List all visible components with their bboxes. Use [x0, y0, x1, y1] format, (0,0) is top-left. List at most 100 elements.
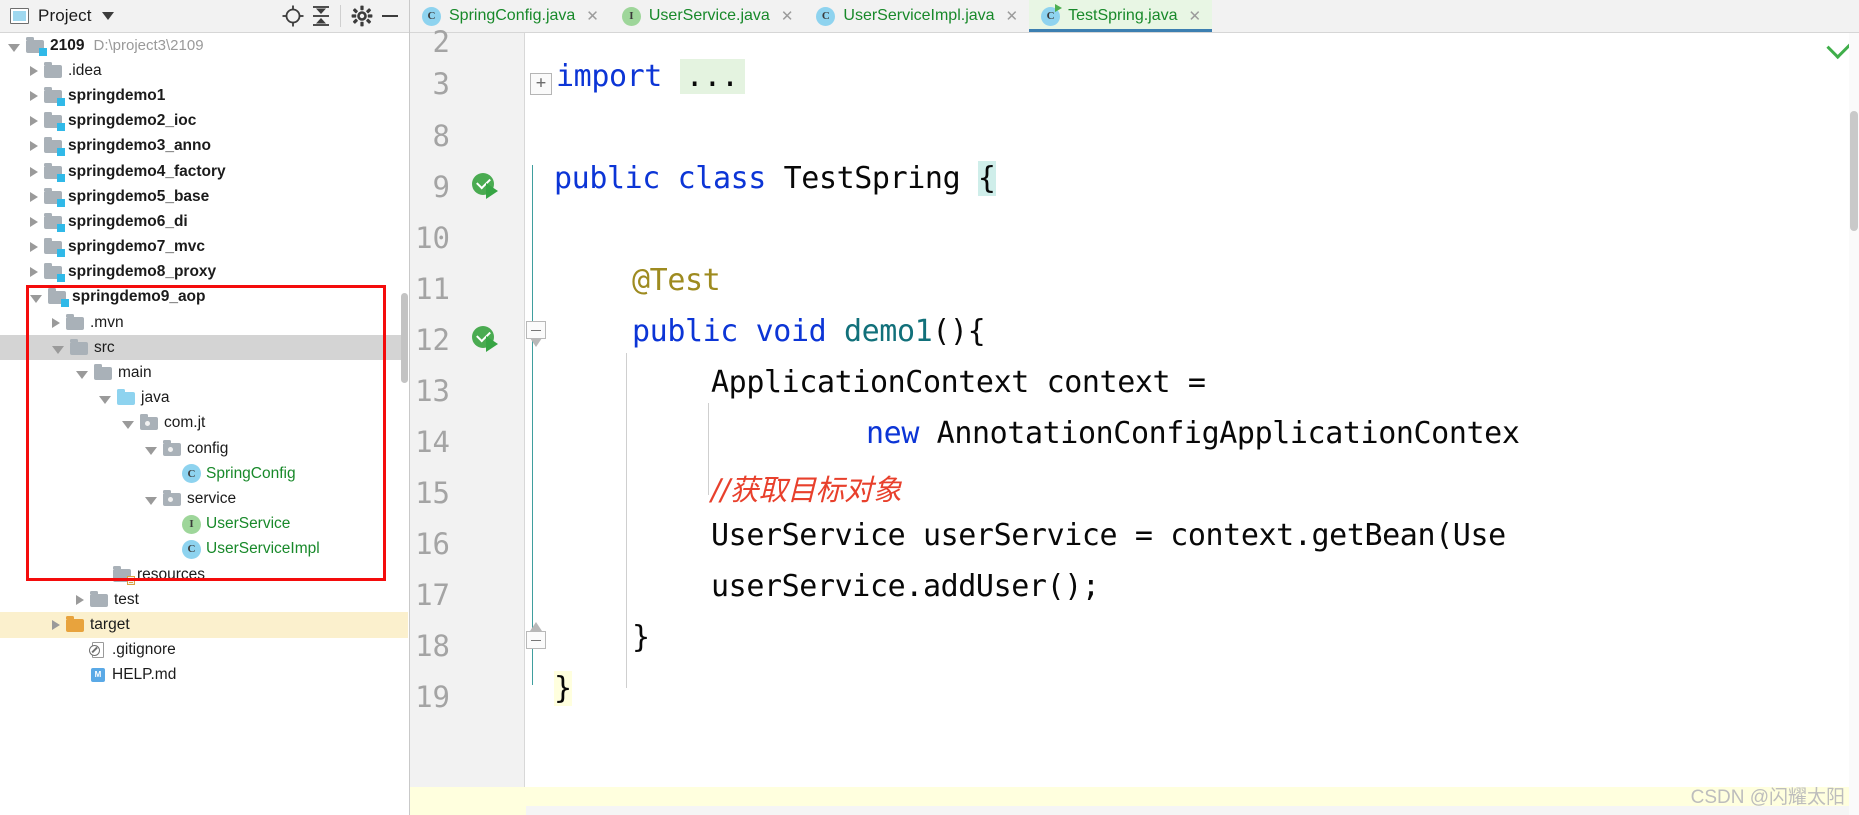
code-content[interactable]: + import ... public class TestSpring { @… — [526, 33, 1859, 815]
tree-label: resources — [137, 565, 206, 583]
editor-scroll-thumb[interactable] — [1850, 111, 1858, 231]
chevron-collapsed-icon[interactable] — [30, 90, 38, 101]
tree-row-springdemo9-aop[interactable]: springdemo9_aop — [0, 285, 408, 310]
method-parens: (){ — [932, 314, 986, 349]
chevron-collapsed-icon[interactable] — [30, 141, 38, 152]
tree-row-userserviceimpl[interactable]: C UserServiceImpl — [0, 537, 408, 562]
tree-label: springdemo7_mvc — [68, 238, 205, 256]
chevron-collapsed-icon[interactable] — [30, 242, 38, 253]
code-line-15-comment[interactable]: //获取目标对象 — [711, 467, 902, 509]
tree-row-idea[interactable]: .idea — [0, 58, 408, 83]
collapse-end-icon[interactable] — [526, 622, 546, 657]
chevron-collapsed-icon[interactable] — [30, 216, 38, 227]
tab-testspring-java[interactable]: C TestSpring.java ✕ — [1029, 0, 1213, 32]
code-line-11[interactable]: @Test — [632, 263, 721, 298]
chevron-expanded-icon[interactable] — [145, 496, 157, 505]
tree-row-springdemo3-anno[interactable]: springdemo3_anno — [0, 134, 408, 159]
chevron-expanded-icon[interactable] — [76, 371, 88, 380]
tree-row-springdemo8-proxy[interactable]: springdemo8_proxy — [0, 260, 408, 285]
code-line-16[interactable]: UserService userService = context.getBea… — [711, 518, 1506, 553]
chevron-collapsed-icon[interactable] — [30, 166, 38, 177]
folder-icon — [90, 590, 109, 608]
chevron-expanded-icon[interactable] — [145, 446, 157, 455]
editor-gutter[interactable]: 2 3 8 9 10 11 12 13 14 15 16 17 18 19 — [410, 25, 525, 815]
code-line-12[interactable]: public void demo1(){ — [632, 314, 986, 349]
tree-row-2109[interactable]: 2109 D:\project3\2109 — [0, 33, 408, 58]
chevron-down-icon[interactable] — [101, 12, 114, 20]
collapse-all-icon[interactable] — [308, 3, 334, 29]
project-path: D:\project3\2109 — [93, 37, 204, 55]
locate-icon[interactable] — [280, 3, 306, 29]
code-line-14[interactable]: new AnnotationConfigApplicationContex — [866, 416, 1520, 451]
collapse-method-icon[interactable] — [526, 321, 546, 347]
chevron-expanded-icon[interactable] — [99, 396, 111, 405]
hide-panel-icon[interactable] — [377, 3, 403, 29]
project-view-icon — [10, 8, 29, 24]
tree-row-java[interactable]: java — [0, 386, 408, 411]
tree-row-target[interactable]: target — [0, 612, 408, 638]
sidebar-scrollbar[interactable] — [400, 33, 409, 815]
run-method-gutter-icon[interactable] — [472, 326, 502, 356]
tree-row-mvn[interactable]: .mvn — [0, 310, 408, 335]
horizontal-scrollbar[interactable] — [526, 806, 1849, 815]
chevron-collapsed-icon[interactable] — [30, 191, 38, 202]
code-line-19[interactable]: } — [554, 671, 572, 706]
chevron-collapsed-icon[interactable] — [52, 619, 60, 630]
chevron-collapsed-icon[interactable] — [30, 65, 38, 76]
close-icon[interactable]: ✕ — [781, 9, 794, 24]
code-line-3[interactable]: import ... — [556, 59, 745, 94]
tree-row-springdemo6-di[interactable]: springdemo6_di — [0, 209, 408, 234]
tree-label: UserServiceImpl — [206, 540, 320, 558]
package-folder-icon — [163, 489, 182, 507]
close-icon[interactable]: ✕ — [1006, 9, 1019, 24]
tree-row-userservice[interactable]: I UserService — [0, 512, 408, 537]
tree-row-gitignore[interactable]: .gitignore — [0, 638, 408, 663]
kw-public-class: public class — [554, 161, 766, 196]
tree-row-main[interactable]: main — [0, 360, 408, 385]
tree-row-springconfig[interactable]: C SpringConfig — [0, 461, 408, 486]
run-test-gutter-icon[interactable] — [472, 173, 502, 203]
close-icon[interactable]: ✕ — [1189, 9, 1202, 24]
tree-row-service[interactable]: service — [0, 486, 408, 511]
tree-row-src[interactable]: src — [0, 335, 408, 361]
tab-label: SpringConfig.java — [449, 7, 576, 24]
code-line-18[interactable]: } — [632, 620, 650, 655]
tree-row-springdemo2-ioc[interactable]: springdemo2_ioc — [0, 109, 408, 134]
tree-label: .gitignore — [112, 641, 176, 659]
tab-userserviceimpl-java[interactable]: C UserServiceImpl.java ✕ — [804, 0, 1029, 32]
chevron-collapsed-icon[interactable] — [76, 594, 84, 605]
markdown-icon: M — [90, 667, 107, 684]
tree-row-test[interactable]: test — [0, 587, 408, 612]
tree-row-springdemo1[interactable]: springdemo1 — [0, 83, 408, 108]
sidebar-scroll-thumb[interactable] — [401, 293, 408, 383]
project-tree[interactable]: 2109 D:\project3\2109 .idea springdemo1 … — [0, 33, 408, 815]
tab-userservice-java[interactable]: I UserService.java ✕ — [610, 0, 805, 32]
tree-label: springdemo2_ioc — [68, 112, 197, 130]
tree-row-help-md[interactable]: M HELP.md — [0, 663, 408, 688]
editor-tab-bar: C SpringConfig.java ✕ I UserService.java… — [410, 0, 1859, 33]
tree-row-springdemo4-factory[interactable]: springdemo4_factory — [0, 159, 408, 184]
tree-label: SpringConfig — [206, 464, 296, 482]
chevron-expanded-icon[interactable] — [52, 345, 64, 354]
code-line-17[interactable]: userService.addUser(); — [711, 569, 1100, 604]
chevron-expanded-icon[interactable] — [122, 421, 134, 430]
code-line-9[interactable]: public class TestSpring { — [554, 161, 996, 196]
editor-scrollbar[interactable] — [1849, 33, 1859, 815]
tree-row-com-jt[interactable]: com.jt — [0, 411, 408, 436]
settings-icon[interactable] — [349, 3, 375, 29]
tree-row-config[interactable]: config — [0, 436, 408, 461]
tree-row-resources[interactable]: resources — [0, 562, 408, 587]
expand-import-icon[interactable]: + — [530, 73, 552, 95]
tree-row-springdemo7-mvc[interactable]: springdemo7_mvc — [0, 235, 408, 260]
line-number: 14 — [415, 425, 450, 459]
chevron-expanded-icon[interactable] — [30, 295, 42, 304]
chevron-expanded-icon[interactable] — [8, 43, 20, 52]
chevron-collapsed-icon[interactable] — [30, 116, 38, 127]
folded-imports[interactable]: ... — [679, 59, 745, 94]
chevron-collapsed-icon[interactable] — [52, 317, 60, 328]
close-icon[interactable]: ✕ — [586, 9, 599, 24]
tree-row-springdemo5-base[interactable]: springdemo5_base — [0, 184, 408, 209]
code-line-13[interactable]: ApplicationContext context = — [711, 365, 1206, 400]
chevron-collapsed-icon[interactable] — [30, 267, 38, 278]
tree-label: springdemo6_di — [68, 212, 188, 230]
